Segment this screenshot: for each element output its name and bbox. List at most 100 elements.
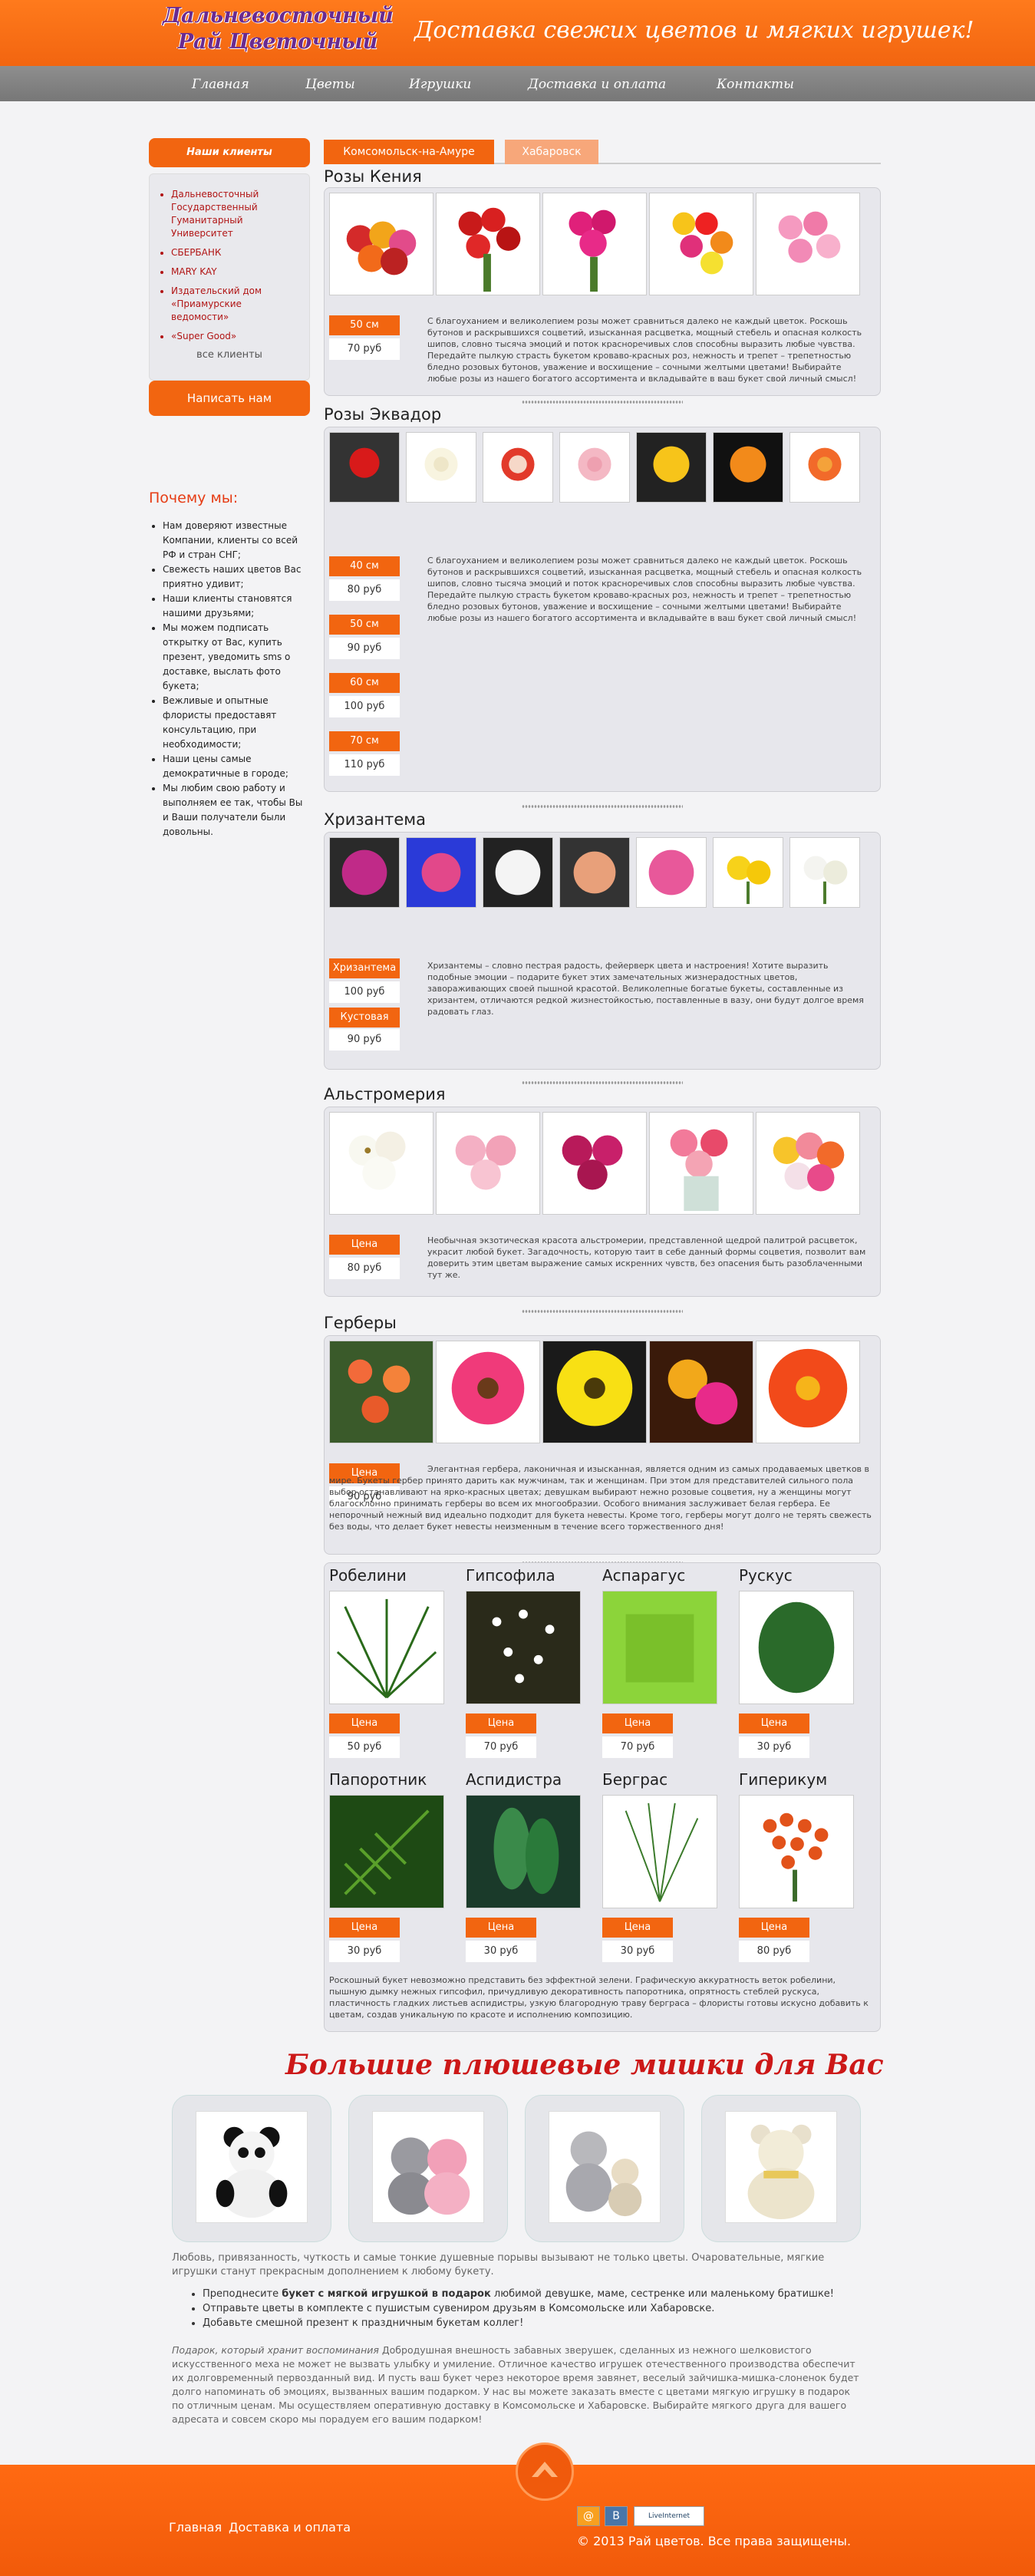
footer-link-delivery[interactable]: Доставка и оплата — [229, 2520, 351, 2535]
product-image[interactable] — [466, 1795, 581, 1908]
product-image[interactable] — [329, 1591, 444, 1704]
price-value: 70 руб — [466, 1737, 536, 1758]
price-label: Цена — [329, 1235, 400, 1255]
green-name: Аспарагус — [602, 1566, 686, 1585]
product-image[interactable] — [789, 432, 860, 503]
product-image[interactable] — [739, 1591, 854, 1704]
liveinternet-counter[interactable]: LiveInternet — [634, 2506, 704, 2526]
product-image[interactable] — [602, 1591, 717, 1704]
product-image[interactable] — [602, 1795, 717, 1908]
price-value: 80 руб — [739, 1941, 809, 1962]
logo-line-2: Рай Цветочный — [177, 30, 378, 54]
product-image[interactable] — [436, 193, 540, 295]
section-title-ecuador: Розы Эквадор — [324, 405, 442, 424]
product-image[interactable] — [466, 1591, 581, 1704]
nav-contacts[interactable]: Контакты — [717, 77, 794, 92]
bear-card[interactable] — [348, 2095, 508, 2242]
price-label: Цена — [466, 1713, 536, 1733]
price-label: Цена — [739, 1918, 809, 1938]
product-image[interactable] — [329, 1795, 444, 1908]
product-image[interactable] — [329, 193, 433, 295]
nav-delivery[interactable]: Доставка и оплата — [528, 77, 666, 92]
product-image[interactable] — [713, 432, 783, 503]
product-image[interactable] — [636, 837, 707, 908]
product-image[interactable] — [756, 193, 860, 295]
footer-link-home[interactable]: Главная — [169, 2520, 222, 2535]
bullet-prefix: Преподнесите — [203, 2288, 282, 2300]
nav-home[interactable]: Главная — [192, 77, 249, 92]
section-description: Роскошный букет невозможно представить б… — [329, 1975, 869, 2020]
scroll-top-button[interactable] — [516, 2442, 574, 2501]
product-image[interactable] — [329, 1112, 433, 1215]
write-us-button[interactable]: Написать нам — [149, 381, 310, 416]
tab-komsomolsk[interactable]: Комсомольск-на-Амуре — [324, 140, 494, 164]
client-link[interactable]: «Super Good» — [171, 330, 302, 343]
product-image[interactable] — [542, 1112, 647, 1215]
product-image[interactable] — [636, 432, 707, 503]
client-link[interactable]: MARY KAY — [171, 266, 302, 279]
product-image[interactable] — [789, 837, 860, 908]
tab-khabarovsk[interactable]: Хабаровск — [505, 140, 598, 164]
product-image[interactable] — [713, 837, 783, 908]
product-image[interactable] — [436, 1112, 540, 1215]
product-image[interactable] — [756, 1112, 860, 1215]
price-value: 30 руб — [329, 1941, 400, 1962]
price-value: 80 руб — [329, 1258, 400, 1279]
story-lead: Подарок, который хранит воспоминания — [172, 2344, 379, 2356]
product-image[interactable] — [739, 1795, 854, 1908]
bears-title: Большие плюшевые мишки для Вас — [285, 2049, 884, 2081]
product-image[interactable] — [329, 432, 400, 503]
product-image[interactable] — [559, 837, 630, 908]
vk-badge-icon[interactable]: В — [605, 2506, 628, 2526]
section-title-chrysanthemum: Хризантема — [324, 810, 426, 829]
price-label: 60 см — [329, 673, 400, 693]
section-title-kenya: Розы Кения — [324, 167, 422, 186]
product-image[interactable] — [483, 837, 553, 908]
client-link[interactable]: СБЕРБАНК — [171, 246, 302, 259]
bears-bullet: Преподнесите букет с мягкой игрушкой в п… — [203, 2287, 864, 2301]
price-value: 30 руб — [739, 1737, 809, 1758]
green-name: Робелини — [329, 1566, 407, 1585]
nav-flowers[interactable]: Цветы — [305, 77, 355, 92]
product-image[interactable] — [436, 1341, 540, 1443]
price-label: Кустовая — [329, 1008, 400, 1027]
price-label: Цена — [602, 1713, 673, 1733]
product-image[interactable] — [329, 1341, 433, 1443]
price-value: 70 руб — [329, 338, 400, 360]
product-image[interactable] — [542, 1341, 647, 1443]
mail-ru-badge-icon[interactable]: @ — [577, 2506, 600, 2526]
bear-card[interactable] — [701, 2095, 861, 2242]
green-name: Аспидистра — [466, 1770, 562, 1789]
nav-toys[interactable]: Игрушки — [409, 77, 471, 92]
why-item: Наши цены самые демократичные в городе; — [163, 752, 310, 781]
product-image[interactable] — [329, 837, 400, 908]
client-link[interactable]: Издательский дом «Приамурские ведомости» — [171, 285, 302, 324]
bear-card[interactable] — [172, 2095, 331, 2242]
price-value: 100 руб — [329, 981, 400, 1003]
clients-box: Дальневосточный Государственный Гуманита… — [149, 173, 310, 381]
divider — [522, 804, 683, 809]
all-clients-link[interactable]: все клиенты — [157, 349, 302, 361]
client-link[interactable]: Дальневосточный Государственный Гуманита… — [171, 188, 302, 240]
product-image[interactable] — [649, 1112, 753, 1215]
green-name: Берграс — [602, 1770, 668, 1789]
bears-intro: Любовь, привязанность, чуткость и самые … — [172, 2252, 825, 2278]
panel-alstroemeria: Цена 80 руб Необычная экзотическая красо… — [324, 1107, 881, 1297]
product-image[interactable] — [756, 1341, 860, 1443]
price-value: 30 руб — [466, 1941, 536, 1962]
product-image[interactable] — [483, 432, 553, 503]
why-item: Вежливые и опытные флористы предоставят … — [163, 694, 310, 752]
product-image[interactable] — [649, 1341, 753, 1443]
price-value: 50 руб — [329, 1737, 400, 1758]
product-image[interactable] — [542, 193, 647, 295]
city-tabs: Комсомольск-на-Амуре Хабаровск — [324, 140, 881, 164]
panel-gerbera: Цена 90 руб Элегантная гербера, лаконичн… — [324, 1335, 881, 1555]
product-image[interactable] — [406, 837, 476, 908]
logo-line-1: Дальневосточный — [163, 4, 394, 28]
site-logo[interactable]: Дальневосточный Рай Цветочный — [163, 3, 394, 64]
product-image[interactable] — [406, 432, 476, 503]
product-image[interactable] — [559, 432, 630, 503]
product-image[interactable] — [649, 193, 753, 295]
bear-card[interactable] — [525, 2095, 684, 2242]
why-us-list: Нам доверяют известные Компании, клиенты… — [149, 519, 310, 839]
